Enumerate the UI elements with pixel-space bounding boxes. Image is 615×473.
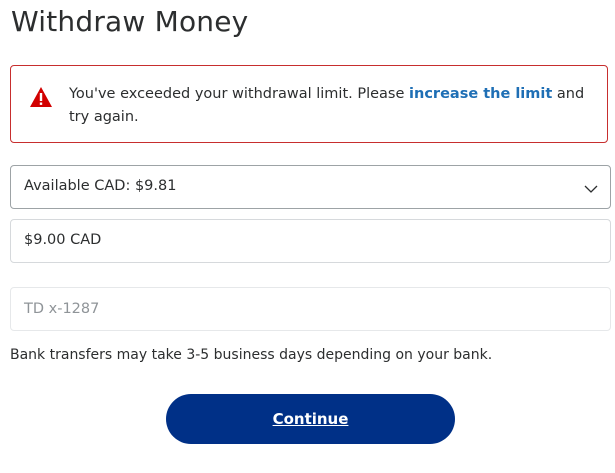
withdraw-money-page: Withdraw Money You've exceeded your with… bbox=[0, 0, 615, 473]
balance-select[interactable]: Available CAD: $9.81 bbox=[10, 165, 611, 209]
alert-text-before: You've exceeded your withdrawal limit. P… bbox=[69, 86, 410, 102]
bank-account-field[interactable]: TD x-1287 bbox=[10, 287, 611, 331]
warning-triangle-icon bbox=[29, 86, 53, 108]
continue-button[interactable]: Continue bbox=[166, 394, 455, 444]
amount-value: $9.00 CAD bbox=[24, 232, 102, 248]
withdrawal-limit-alert: You've exceeded your withdrawal limit. P… bbox=[10, 65, 608, 143]
transfer-time-note: Bank transfers may take 3-5 business day… bbox=[10, 347, 493, 363]
alert-message: You've exceeded your withdrawal limit. P… bbox=[69, 83, 599, 129]
chevron-down-icon bbox=[584, 182, 598, 193]
amount-field[interactable]: $9.00 CAD bbox=[10, 219, 611, 263]
page-title: Withdraw Money bbox=[11, 5, 249, 38]
bank-account-value: TD x-1287 bbox=[24, 301, 100, 317]
increase-limit-link[interactable]: increase the limit bbox=[409, 86, 552, 102]
balance-select-value: Available CAD: $9.81 bbox=[24, 178, 177, 194]
